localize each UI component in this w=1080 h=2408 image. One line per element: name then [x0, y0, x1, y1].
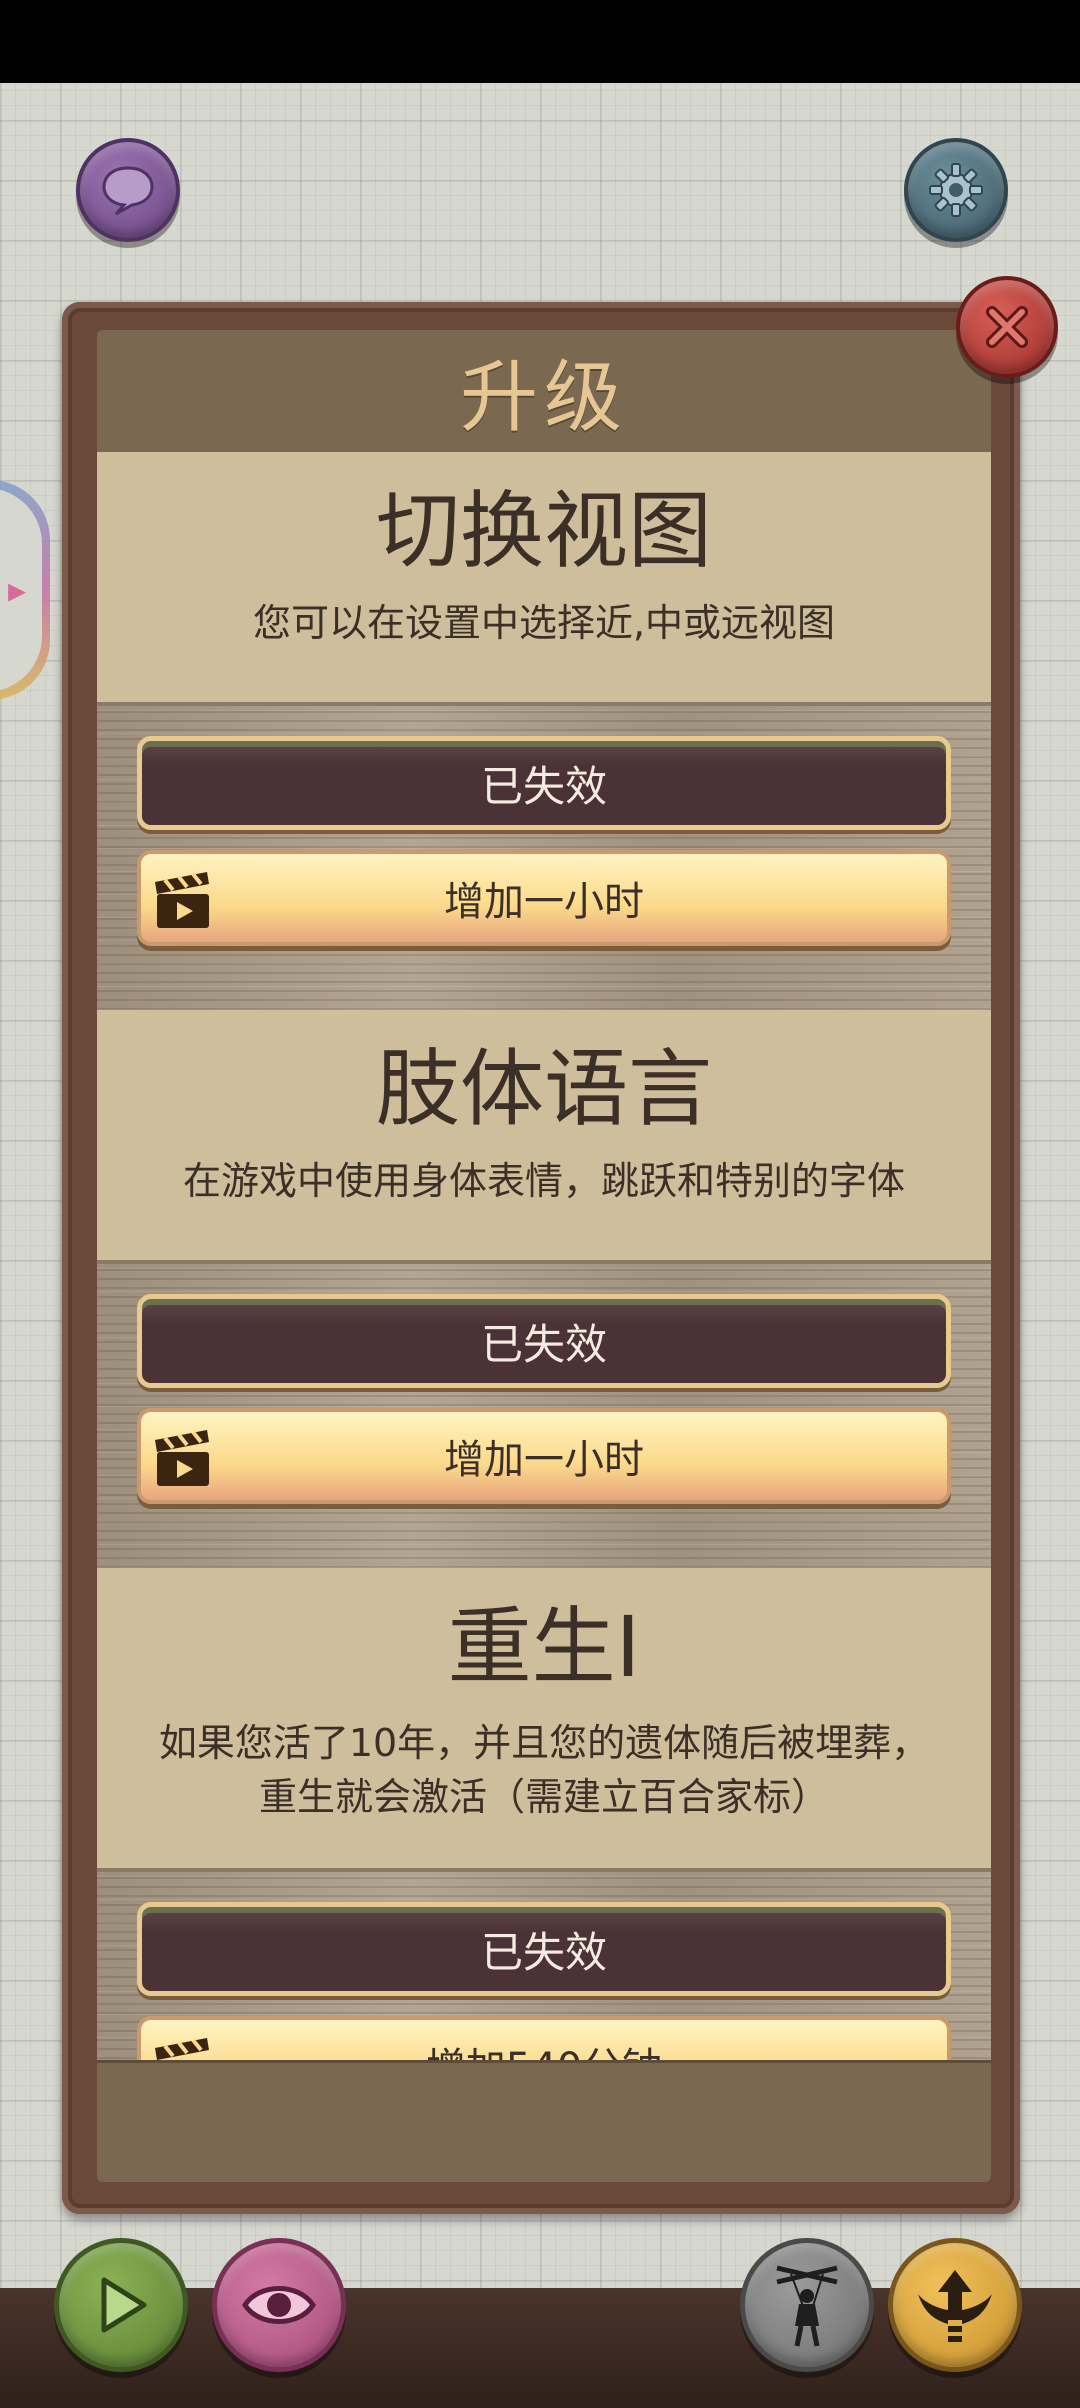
close-button[interactable] [956, 276, 1058, 378]
settings-button[interactable] [904, 138, 1008, 242]
view-button[interactable] [212, 2238, 346, 2372]
upgrade-description: 在游戏中使用身体表情，跳跃和特别的字体 [182, 1159, 905, 1203]
winged-arrow-icon [918, 2270, 992, 2342]
watch-ad-button[interactable]: 增加540分钟 [137, 2016, 951, 2060]
upgrade-panel: 升级 切换视图 您可以在设置中选择近,中或远视图 已失效 增加一小时 肢体语言 … [97, 330, 991, 2182]
gear-icon [929, 163, 983, 217]
watch-ad-label: 增加一小时 [444, 1437, 644, 1483]
puppet-icon [776, 2265, 838, 2347]
upgrade-title: 切换视图 [375, 482, 712, 580]
upgrade-actions: 已失效 增加一小时 [97, 702, 991, 1010]
upgrade-card: 肢体语言 在游戏中使用身体表情，跳跃和特别的字体 已失效 增加一小时 [97, 1010, 991, 1568]
upgrade-card: 重生I 如果您活了10年，并且您的遗体随后被埋葬， 重生就会激活（需建立百合家标… [97, 1568, 991, 2060]
chevron-right-icon[interactable]: ▸ [8, 570, 26, 611]
status-label: 已失效 [480, 1319, 607, 1369]
upgrade-info: 重生I 如果您活了10年，并且您的遗体随后被埋葬， 重生就会激活（需建立百合家标… [97, 1568, 991, 1868]
status-label: 已失效 [480, 761, 607, 811]
status-button[interactable]: 已失效 [137, 1902, 951, 1996]
eye-icon [242, 2286, 316, 2324]
speech-bubble-icon [102, 166, 154, 216]
upgrade-info: 肢体语言 在游戏中使用身体表情，跳跃和特别的字体 [97, 1010, 991, 1260]
watch-ad-button[interactable]: 增加一小时 [137, 850, 951, 946]
watch-ad-label: 增加一小时 [444, 879, 644, 925]
play-button[interactable] [54, 2238, 188, 2372]
watch-ad-button[interactable]: 增加一小时 [137, 1408, 951, 1504]
upgrade-title: 重生I [447, 1598, 641, 1696]
status-button[interactable]: 已失效 [137, 736, 951, 830]
upgrade-description: 您可以在设置中选择近,中或远视图 [252, 601, 836, 645]
play-icon [101, 2277, 147, 2333]
upgrade-description-line: 重生就会激活（需建立百合家标） [258, 1775, 829, 1819]
status-label: 已失效 [480, 1927, 607, 1977]
panel-header: 升级 [97, 330, 991, 452]
upgrade-description-line: 如果您活了10年，并且您的遗体随后被埋葬， [158, 1721, 930, 1765]
clapperboard-icon [155, 2038, 209, 2060]
upgrade-description: 如果您活了10年，并且您的遗体随后被埋葬， 重生就会激活（需建立百合家标） [97, 1702, 991, 1824]
upgrade-title: 肢体语言 [375, 1040, 712, 1138]
upgrade-button[interactable] [888, 2238, 1022, 2372]
clapperboard-icon [155, 872, 209, 928]
panel-footer [97, 2060, 991, 2182]
upgrade-list[interactable]: 切换视图 您可以在设置中选择近,中或远视图 已失效 增加一小时 肢体语言 在游戏… [97, 452, 991, 2060]
panel-title: 升级 [459, 353, 628, 443]
puppet-button[interactable] [740, 2238, 874, 2372]
upgrade-actions: 已失效 增加540分钟 [97, 1868, 991, 2060]
clapperboard-icon [155, 1430, 209, 1486]
upgrade-actions: 已失效 增加一小时 [97, 1260, 991, 1568]
status-bar [0, 0, 1080, 83]
status-button[interactable]: 已失效 [137, 1294, 951, 1388]
close-x-icon [986, 306, 1028, 348]
upgrade-card: 切换视图 您可以在设置中选择近,中或远视图 已失效 增加一小时 [97, 452, 991, 1010]
upgrade-info: 切换视图 您可以在设置中选择近,中或远视图 [97, 452, 991, 702]
chat-button[interactable] [76, 138, 180, 242]
watch-ad-label: 增加540分钟 [426, 2035, 662, 2060]
